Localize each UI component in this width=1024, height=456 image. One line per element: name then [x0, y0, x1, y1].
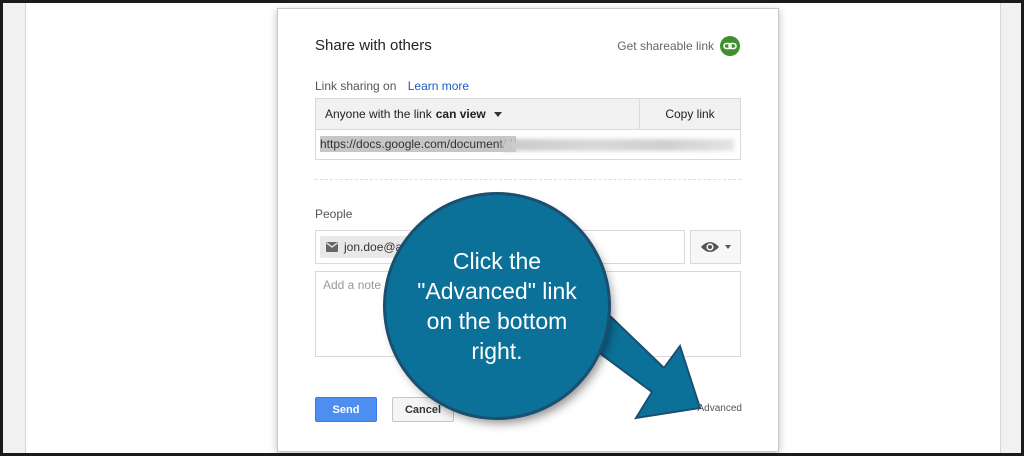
- callout-text: Click the "Advanced" link on the bottom …: [417, 248, 577, 364]
- callout-bubble: Click the "Advanced" link on the bottom …: [386, 195, 608, 417]
